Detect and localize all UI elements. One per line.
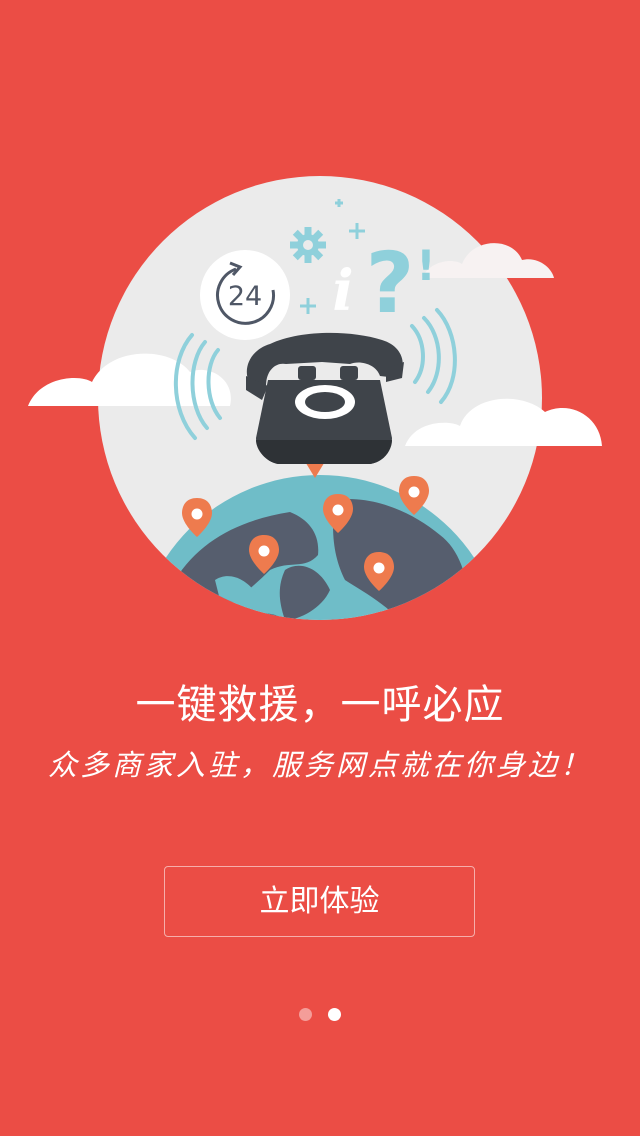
page-dot-1[interactable] — [299, 1008, 312, 1021]
headline: 一键救援，一呼必应 — [135, 682, 505, 728]
subheadline: 众多商家入驻，服务网点就在你身边！ — [47, 748, 592, 782]
page-indicator — [0, 1008, 640, 1024]
24-hour-label: 24 — [228, 281, 262, 312]
try-now-button[interactable]: 立即体验 — [164, 866, 475, 937]
exclamation-icon: ! — [416, 241, 435, 290]
24-hour-icon: 24 — [200, 250, 290, 340]
hero-illustration: 24 i ? ! — [28, 176, 602, 620]
info-icon: i — [332, 258, 353, 324]
question-icon: ? — [366, 234, 415, 332]
gear-icon — [290, 227, 326, 263]
telephone-icon — [246, 332, 404, 464]
page-dot-2[interactable] — [328, 1008, 341, 1021]
